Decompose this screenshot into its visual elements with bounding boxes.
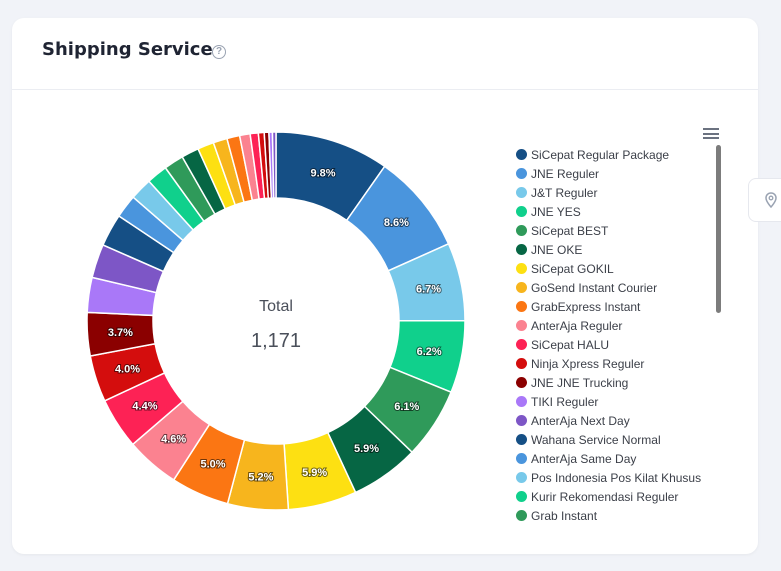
legend-color-marker	[516, 187, 527, 198]
slice-data-label: 3.7%	[108, 327, 133, 339]
legend-label: JNE OKE	[531, 242, 583, 257]
legend-color-marker	[516, 472, 527, 483]
legend-item[interactable]: SiCepat BEST	[516, 221, 716, 240]
slice-data-label: 8.6%	[384, 217, 409, 229]
legend-label: TIKI Reguler	[531, 394, 599, 409]
legend-item[interactable]: SiCepat GOKIL	[516, 259, 716, 278]
legend-item[interactable]: AnterAja Next Day	[516, 411, 716, 430]
legend-label: JNE JNE Trucking	[531, 375, 629, 390]
legend-color-marker	[516, 206, 527, 217]
legend-label: AnterAja Same Day	[531, 451, 637, 466]
slice-data-label: 6.2%	[417, 346, 442, 358]
slice-data-label: 5.2%	[248, 471, 273, 483]
center-total-label: Total	[259, 298, 293, 315]
legend-item[interactable]: JNE JNE Trucking	[516, 373, 716, 392]
legend-label: AnterAja Reguler	[531, 318, 623, 333]
legend-label: JNE Reguler	[531, 166, 600, 181]
legend-label: SiCepat HALU	[531, 337, 610, 352]
legend-item[interactable]: Grab Instant	[516, 506, 716, 525]
legend-label: Kurir Rekomendasi Reguler	[531, 489, 679, 504]
legend-item[interactable]: AnterAja Same Day	[516, 449, 716, 468]
slice-data-label: 6.7%	[416, 283, 441, 295]
legend-item[interactable]: GrabExpress Instant	[516, 297, 716, 316]
legend-color-marker	[516, 149, 527, 160]
legend-item[interactable]: Pos Indonesia Pos Kilat Khusus	[516, 468, 716, 487]
slice-data-label: 9.8%	[311, 167, 336, 179]
legend-color-marker	[516, 510, 527, 521]
legend-color-marker	[516, 358, 527, 369]
legend-item[interactable]: JNE OKE	[516, 240, 716, 259]
legend-color-marker	[516, 453, 527, 464]
legend-color-marker	[516, 377, 527, 388]
hamburger-menu-icon[interactable]	[703, 128, 719, 139]
side-location-tab[interactable]	[748, 178, 781, 222]
legend-label: Ninja Xpress Reguler	[531, 356, 645, 371]
slice-data-label: 4.0%	[115, 364, 140, 376]
legend-item[interactable]: J&T Reguler	[516, 183, 716, 202]
legend-item[interactable]: JNE YES	[516, 202, 716, 221]
slice-data-label: 4.4%	[132, 401, 157, 413]
center-total-value: 1,171	[251, 330, 301, 352]
legend-item[interactable]: Wahana Service Normal	[516, 430, 716, 449]
slice-data-label: 5.9%	[354, 443, 379, 455]
legend-item[interactable]: JNE Reguler	[516, 164, 716, 183]
legend-label: AnterAja Next Day	[531, 413, 630, 428]
slice-data-label: 4.6%	[161, 434, 186, 446]
legend-label: SiCepat Regular Package	[531, 147, 670, 162]
legend-color-marker	[516, 168, 527, 179]
slice-data-label: 6.1%	[394, 401, 419, 413]
legend-color-marker	[516, 301, 527, 312]
legend-label: JNE YES	[531, 204, 581, 219]
legend-label: J&T Reguler	[531, 185, 598, 200]
legend-item[interactable]: TIKI Reguler	[516, 392, 716, 411]
donut-slice[interactable]	[271, 131, 277, 199]
legend-color-marker	[516, 282, 527, 293]
legend-label: Pos Indonesia Pos Kilat Khusus	[531, 470, 702, 485]
legend-color-marker	[516, 434, 527, 445]
legend-color-marker	[516, 396, 527, 407]
legend-item[interactable]: SiCepat Regular Package	[516, 145, 716, 164]
legend-color-marker	[516, 491, 527, 502]
legend-label: SiCepat GOKIL	[531, 261, 614, 276]
legend-item[interactable]: AnterAja Reguler	[516, 316, 716, 335]
chart-legend: SiCepat Regular Package JNE Reguler J&T Re…	[516, 145, 716, 525]
legend-item[interactable]: Ninja Xpress Reguler	[516, 354, 716, 373]
legend-item[interactable]: GoSend Instant Courier	[516, 278, 716, 297]
legend-scrollbar[interactable]	[716, 145, 721, 313]
legend-item[interactable]: Kurir Rekomendasi Reguler	[516, 487, 716, 506]
slice-data-label: 5.9%	[302, 467, 327, 479]
legend-color-marker	[516, 244, 527, 255]
legend-label: Grab Instant	[531, 508, 598, 523]
legend-color-marker	[516, 415, 527, 426]
legend-item[interactable]: SiCepat HALU	[516, 335, 716, 354]
slice-data-label: 5.0%	[200, 459, 225, 471]
legend-label: GrabExpress Instant	[531, 299, 641, 314]
legend-color-marker	[516, 339, 527, 350]
legend-label: Wahana Service Normal	[531, 432, 661, 447]
legend-color-marker	[516, 263, 527, 274]
legend-color-marker	[516, 320, 527, 331]
location-pin-icon	[765, 192, 777, 208]
legend-color-marker	[516, 225, 527, 236]
legend-label: SiCepat BEST	[531, 223, 609, 238]
legend-label: GoSend Instant Courier	[531, 280, 658, 295]
